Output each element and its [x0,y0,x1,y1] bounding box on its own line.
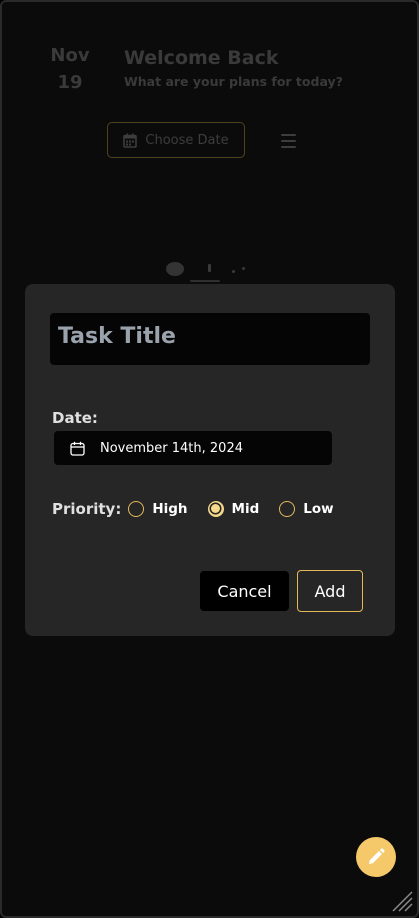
header-day: 19 [57,72,83,93]
hamburger-menu-icon[interactable] [281,134,296,148]
priority-low-label: Low [303,501,334,517]
date-value: November 14th, 2024 [100,440,243,456]
date-picker-field[interactable]: November 14th, 2024 [54,431,332,465]
choose-date-button[interactable]: Choose Date [107,122,245,158]
welcome-title: Welcome Back [124,47,279,69]
radio-circle[interactable] [279,501,296,517]
priority-low-radio[interactable]: Low [279,501,334,517]
task-title-input[interactable]: Task Title [50,313,370,365]
priority-high-radio[interactable]: High [128,501,188,517]
pencil-icon [369,848,385,864]
add-task-modal: Task Title Date: November 14th, 2024 Pri… [25,284,395,636]
edit-fab-button[interactable] [356,837,396,877]
welcome-block: Welcome Back What are your plans for tod… [124,46,343,89]
choose-date-label: Choose Date [145,132,229,148]
welcome-subtitle: What are your plans for today? [124,74,343,89]
app-frame: Nov 19 Welcome Back What are your plans … [0,0,419,918]
radio-circle[interactable] [128,501,145,517]
priority-mid-radio[interactable]: Mid [207,501,260,517]
radio-circle[interactable] [207,501,224,517]
cancel-button[interactable]: Cancel [200,571,289,611]
date-label: Date: [52,409,98,427]
task-title-placeholder: Task Title [58,324,176,349]
resize-handle-icon[interactable] [391,890,413,912]
add-button[interactable]: Add [297,570,363,612]
priority-high-label: High [152,501,188,517]
calendar-icon [70,441,85,456]
header-month: Nov [50,45,90,66]
header-date: Nov 19 [48,42,92,96]
priority-mid-label: Mid [231,501,260,517]
calendar-icon [123,133,138,148]
priority-label: Priority: [52,500,122,518]
priority-group: Priority: High Mid Low [52,500,354,518]
